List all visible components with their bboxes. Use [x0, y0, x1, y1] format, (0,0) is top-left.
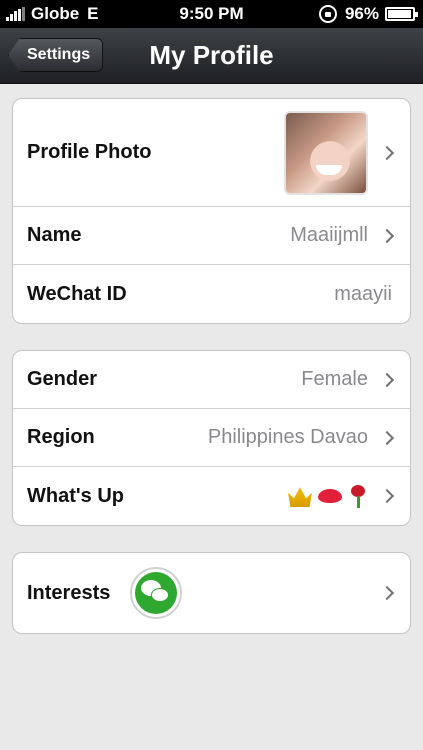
- lips-icon: [318, 489, 342, 503]
- chevron-right-icon: [379, 145, 395, 160]
- row-value: Female: [301, 368, 368, 390]
- row-label: What's Up: [27, 484, 124, 507]
- row-profile-photo[interactable]: Profile Photo: [13, 99, 410, 207]
- navigation-bar: Settings My Profile: [0, 28, 423, 84]
- battery-percent: 96%: [344, 4, 379, 23]
- row-label: WeChat ID: [27, 282, 127, 305]
- whats-up-emojis: [288, 485, 368, 508]
- row-gender[interactable]: Gender Female: [13, 351, 410, 409]
- row-name[interactable]: Name Maaiijmll: [13, 207, 410, 265]
- profile-group-details: Gender Female Region Philippines Davao W…: [12, 350, 411, 526]
- row-value: Maaiijmll: [290, 224, 368, 246]
- row-label: Region: [27, 426, 95, 448]
- row-whats-up[interactable]: What's Up: [13, 467, 410, 525]
- battery-icon: [385, 7, 418, 21]
- row-label: Profile Photo: [27, 141, 152, 163]
- chevron-right-icon: [379, 488, 395, 504]
- profile-group-basic: Profile Photo Name Maaiijmll WeChat ID m…: [12, 98, 411, 324]
- rose-icon: [348, 485, 368, 508]
- row-label: Gender: [27, 368, 98, 390]
- profile-group-interests: Interests: [12, 552, 411, 634]
- row-label: Interests: [27, 581, 111, 604]
- crown-icon: [288, 487, 312, 507]
- chevron-right-icon: [379, 430, 395, 445]
- rotation-lock-icon: [318, 5, 337, 23]
- status-bar: Globe E 9:50 PM 96%: [0, 0, 423, 28]
- row-value: maayii: [334, 282, 392, 305]
- row-wechat-id: WeChat ID maayii: [13, 265, 410, 323]
- chevron-right-icon: [379, 372, 395, 387]
- chevron-right-icon: [379, 585, 395, 601]
- page-title: My Profile: [149, 40, 274, 70]
- chevron-right-icon: [379, 228, 395, 243]
- row-interests[interactable]: Interests: [13, 553, 410, 633]
- row-value: Philippines Davao: [207, 426, 368, 448]
- avatar: [284, 110, 368, 195]
- row-region[interactable]: Region Philippines Davao: [13, 409, 410, 467]
- wechat-icon: [130, 567, 183, 619]
- row-label: Name: [27, 224, 82, 246]
